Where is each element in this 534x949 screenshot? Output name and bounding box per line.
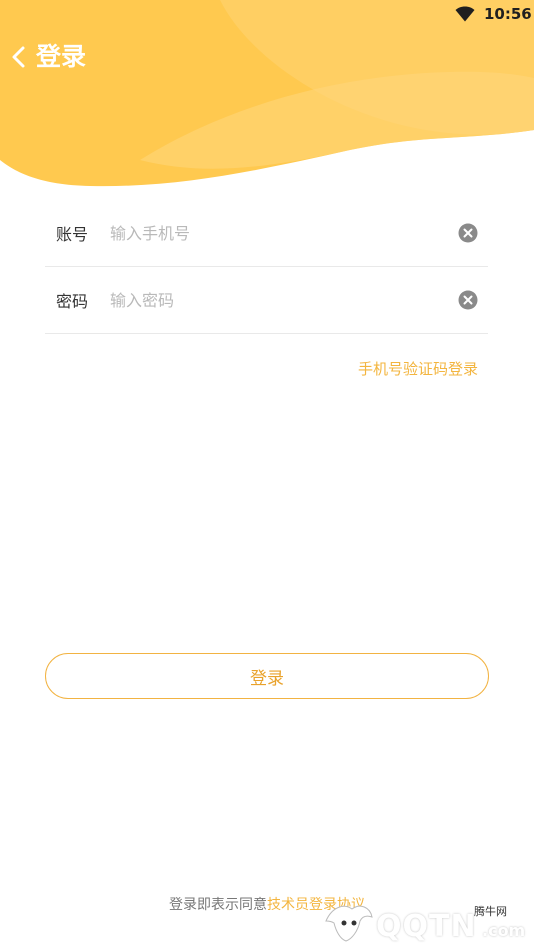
wifi-icon xyxy=(455,6,475,22)
watermark: QQTN .com 腾牛网 xyxy=(322,895,534,949)
password-label: 密码 xyxy=(56,292,89,311)
account-label: 账号 xyxy=(56,225,89,244)
watermark-cn: 腾牛网 xyxy=(474,905,507,918)
login-form: 账号 密码 xyxy=(45,200,488,334)
clear-icon[interactable] xyxy=(458,290,478,310)
password-input[interactable] xyxy=(110,280,458,320)
account-row: 账号 xyxy=(45,200,488,267)
clear-icon[interactable] xyxy=(458,223,478,243)
account-input[interactable] xyxy=(110,213,458,253)
chevron-left-icon xyxy=(12,46,25,68)
header-background xyxy=(0,0,534,187)
status-bar: 10:56 xyxy=(0,0,534,30)
bull-logo-icon xyxy=(325,905,373,942)
login-button[interactable]: 登录 xyxy=(45,653,489,699)
page-title: 登录 xyxy=(36,42,87,71)
back-button[interactable]: 登录 xyxy=(8,40,86,74)
agreement-prefix: 登录即表示同意 xyxy=(169,897,267,913)
watermark-brand: QQTN xyxy=(376,909,477,944)
watermark-suffix: .com xyxy=(482,921,526,940)
password-row: 密码 xyxy=(45,267,488,334)
sms-login-link[interactable]: 手机号验证码登录 xyxy=(358,358,478,379)
status-time: 10:56 xyxy=(484,5,532,23)
